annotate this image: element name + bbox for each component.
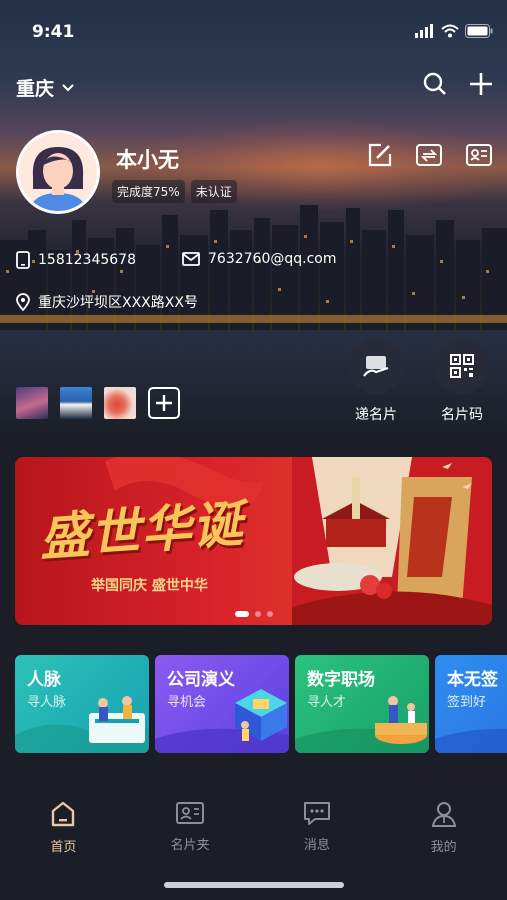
carousel-indicator <box>15 611 492 617</box>
service-card-workplace[interactable]: 数字职场 寻人才 <box>295 655 429 753</box>
give-card-button[interactable]: 递名片 <box>346 338 406 424</box>
city-selector[interactable]: 重庆 <box>16 74 74 101</box>
plus-icon <box>156 395 172 411</box>
bottom-tab-bar: 首页 名片夹 消息 我的 <box>0 790 507 870</box>
battery-icon <box>465 24 493 38</box>
avatar[interactable] <box>16 130 100 214</box>
carousel-dot[interactable] <box>266 611 273 617</box>
add-background-button[interactable] <box>148 387 180 419</box>
mail-icon <box>182 252 200 266</box>
tab-label: 名片夹 <box>170 838 210 853</box>
phone-icon <box>16 251 30 269</box>
tab-messages[interactable]: 消息 <box>254 790 381 870</box>
give-card-label: 递名片 <box>355 407 397 423</box>
thumbnail-mountain[interactable] <box>60 387 92 419</box>
tab-card-holder[interactable]: 名片夹 <box>127 790 254 870</box>
river-reflection <box>0 330 507 440</box>
card-exchange-icon[interactable] <box>465 142 493 168</box>
thumbnail-drink[interactable] <box>104 387 136 419</box>
city-label: 重庆 <box>16 78 55 100</box>
phone-number: 15812345678 <box>38 252 136 268</box>
edit-icon[interactable] <box>367 142 393 168</box>
tab-profile[interactable]: 我的 <box>380 790 507 870</box>
completion-badge: 完成度75% <box>112 180 185 203</box>
tab-label: 我的 <box>430 840 457 855</box>
card-share-icon <box>363 356 389 377</box>
message-icon <box>303 802 330 825</box>
thumbnail-sunset[interactable] <box>16 387 48 419</box>
carousel-dot[interactable] <box>254 611 261 617</box>
card-qr-button[interactable]: 名片码 <box>432 338 492 424</box>
card-holder-icon <box>176 802 205 824</box>
signal-icon <box>415 24 433 38</box>
chevron-down-icon <box>62 83 74 91</box>
company-illustration-icon <box>155 689 289 753</box>
service-card-company[interactable]: 公司演义 寻机会 <box>155 655 289 753</box>
add-icon[interactable] <box>469 72 493 96</box>
background-thumbnails <box>16 387 180 419</box>
banner-decoration-image <box>292 457 492 625</box>
tab-label: 首页 <box>50 840 77 855</box>
email-address: 7632760@qq.com <box>208 251 337 267</box>
banner-title: 盛世华诞 <box>37 494 246 568</box>
home-icon <box>52 801 75 827</box>
workplace-illustration-icon <box>295 696 429 753</box>
profile-name: 本小无 <box>116 148 179 172</box>
tab-home[interactable]: 首页 <box>0 790 127 870</box>
top-bar: 重庆 <box>0 70 507 104</box>
location-pin-icon <box>16 293 30 311</box>
hero-background <box>0 0 507 440</box>
contact-address[interactable]: 重庆沙坪坝区XXX路XX号 <box>16 292 198 312</box>
carousel-dot[interactable] <box>234 611 249 617</box>
card-actions <box>367 142 493 168</box>
search-icon[interactable] <box>423 72 447 96</box>
card-qr-label: 名片码 <box>441 407 483 423</box>
service-cards: 人脉 寻人脉 公司演义 寻机会 数字职场 寻人才 本无签 签到好 <box>15 655 507 753</box>
avatar-illustration-icon <box>19 133 97 211</box>
qr-code-icon <box>450 354 474 378</box>
contact-email[interactable]: 7632760@qq.com <box>182 251 336 267</box>
tab-label: 消息 <box>303 838 330 853</box>
networking-illustration-icon <box>15 696 149 753</box>
contact-phone[interactable]: 15812345678 <box>16 251 136 269</box>
signin-illustration-icon <box>435 728 507 753</box>
promo-banner[interactable]: 盛世华诞 举国同庆 盛世中华 <box>15 457 492 625</box>
auth-status-badge[interactable]: 未认证 <box>190 180 237 203</box>
profile-icon <box>431 802 456 827</box>
switch-card-icon[interactable] <box>415 142 443 168</box>
home-indicator <box>164 882 344 888</box>
address-text: 重庆沙坪坝区XXX路XX号 <box>38 295 198 311</box>
status-bar: 9:41 <box>0 20 507 46</box>
banner-subtitle: 举国同庆 盛世中华 <box>91 578 208 594</box>
service-card-signin[interactable]: 本无签 签到好 <box>435 655 507 753</box>
wifi-icon <box>441 24 459 38</box>
status-time: 9:41 <box>32 22 75 42</box>
service-card-network[interactable]: 人脉 寻人脉 <box>15 655 149 753</box>
